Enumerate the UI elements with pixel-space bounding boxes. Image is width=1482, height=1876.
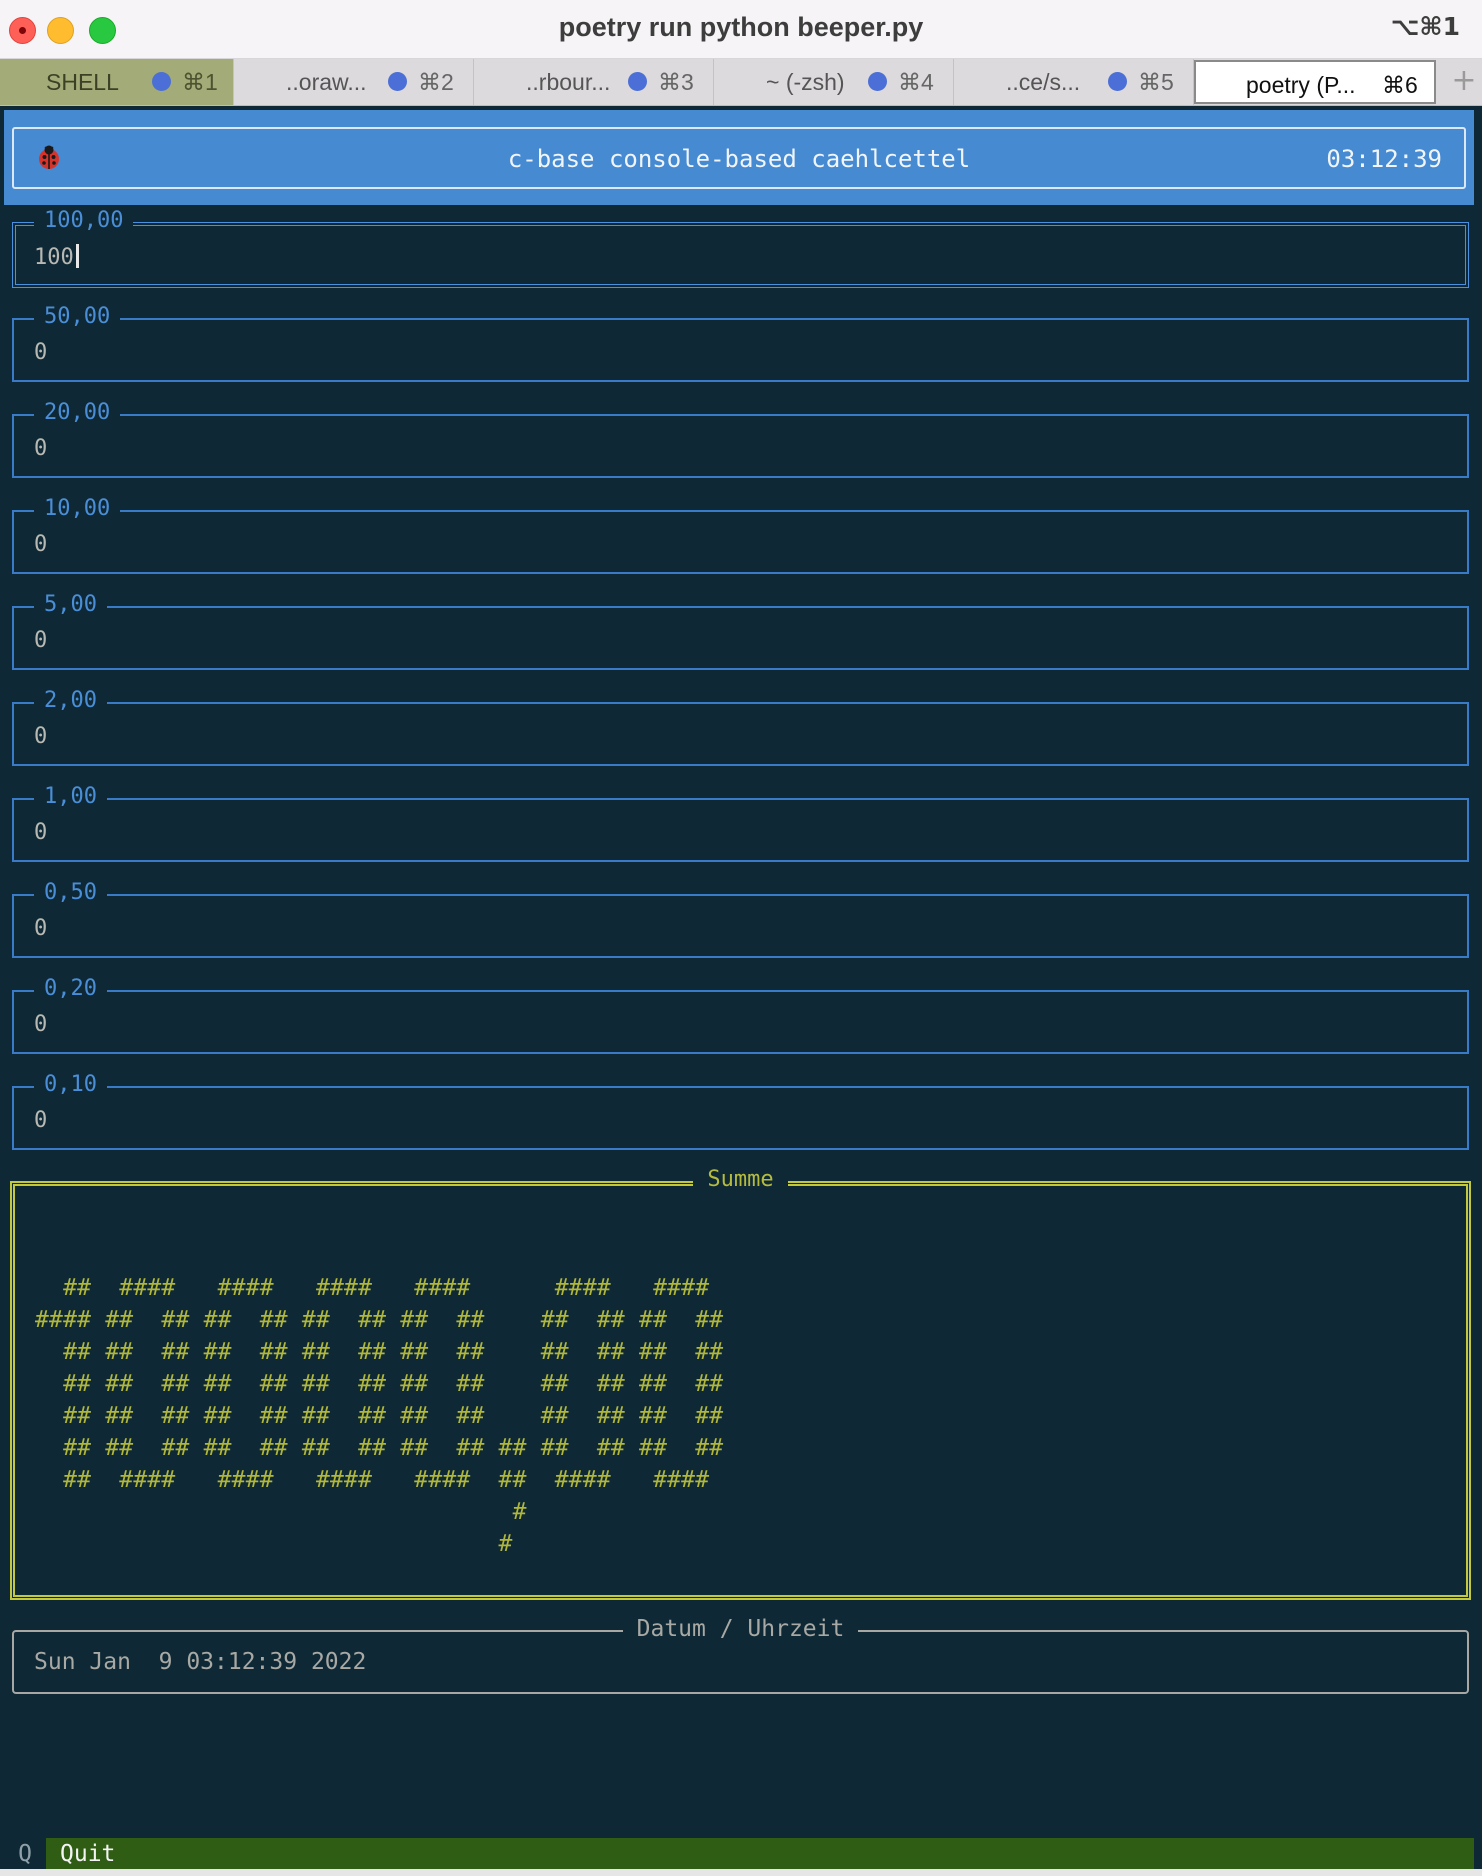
tab-shortcut: ⌘4 — [898, 69, 934, 95]
summe-ascii-total: ## #### #### #### #### #### #### #### ##… — [35, 1275, 724, 1557]
tab-shortcut: ⌘3 — [658, 69, 694, 95]
denomination-label: 50,00 — [34, 304, 121, 330]
denomination-field-1[interactable]: 1,00 0 — [12, 784, 1469, 862]
denomination-field-20[interactable]: 20,00 0 — [12, 400, 1469, 478]
tab-2[interactable]: ..oraw... ⌘2 — [234, 59, 474, 105]
tab-label: ..ce/s... — [1006, 69, 1081, 95]
tab-3[interactable]: ..rbour... ⌘3 — [474, 59, 714, 105]
summe-title: Summe — [693, 1167, 788, 1192]
quit-key[interactable]: Q — [4, 1838, 46, 1869]
denomination-field-5[interactable]: 5,00 0 — [12, 592, 1469, 670]
denomination-field-2[interactable]: 2,00 0 — [12, 688, 1469, 766]
tab-label: ..oraw... — [286, 69, 367, 95]
terminal-window: poetry run python beeper.py ⌥⌘1 SHELL ⌘1… — [0, 0, 1482, 1876]
window-title: poetry run python beeper.py — [558, 12, 924, 42]
denomination-input[interactable]: 100 — [34, 244, 79, 271]
tab-shell[interactable]: SHELL ⌘1 — [0, 59, 234, 105]
tab-bar: SHELL ⌘1 ..oraw... ⌘2 ..rbour... ⌘3 ~ (-… — [0, 59, 1482, 106]
denomination-input[interactable]: 0 — [34, 820, 47, 846]
app-title: c-base console-based caehlcettel — [507, 145, 971, 173]
title-bar: poetry run python beeper.py ⌥⌘1 — [0, 0, 1482, 59]
denomination-label: 10,00 — [34, 496, 121, 522]
tab-status-dot-icon — [388, 72, 407, 91]
tab-shortcut: ⌘1 — [182, 69, 218, 95]
tab-label: ..rbour... — [526, 69, 611, 95]
tab-label: poetry (P... — [1246, 72, 1356, 98]
denomination-label: 100,00 — [34, 208, 134, 234]
denomination-input[interactable]: 0 — [34, 340, 47, 366]
header-clock: 03:12:39 — [1326, 145, 1442, 173]
tab-status-dot-icon — [1108, 72, 1127, 91]
datetime-title: Datum / Uhrzeit — [622, 1616, 859, 1642]
denomination-input[interactable]: 0 — [34, 628, 47, 654]
tab-status-dot-icon — [868, 72, 887, 91]
denomination-label: 1,00 — [34, 784, 107, 810]
denomination-label: 2,00 — [34, 688, 107, 714]
footer-bar: Q Quit — [4, 1838, 1474, 1869]
denomination-label: 5,00 — [34, 592, 107, 618]
window-shortcut: ⌥⌘1 — [1390, 12, 1460, 41]
text-cursor — [75, 244, 79, 268]
quit-button[interactable]: Quit — [60, 1838, 115, 1870]
denomination-field-50[interactable]: 50,00 0 — [12, 304, 1469, 382]
denomination-field-10[interactable]: 10,00 0 — [12, 496, 1469, 574]
summe-panel: Summe ## #### #### #### #### #### #### #… — [10, 1167, 1471, 1600]
tab-5[interactable]: ..ce/s... ⌘5 — [954, 59, 1194, 105]
denomination-label: 20,00 — [34, 400, 121, 426]
new-tab-plus-icon[interactable]: + — [1446, 59, 1482, 105]
denomination-input[interactable]: 0 — [34, 1108, 47, 1134]
denomination-field-0-50[interactable]: 0,50 0 — [12, 880, 1469, 958]
denomination-label: 0,20 — [34, 976, 107, 1002]
datetime-panel: Datum / Uhrzeit Sun Jan 9 03:12:39 2022 — [12, 1616, 1469, 1694]
denomination-input[interactable]: 0 — [34, 436, 47, 462]
tab-status-dot-icon — [628, 72, 647, 91]
tab-label: ~ (-zsh) — [766, 69, 845, 95]
tab-status-dot-icon — [152, 72, 171, 91]
datetime-value: Sun Jan 9 03:12:39 2022 — [34, 1649, 367, 1675]
denomination-label: 0,10 — [34, 1072, 107, 1098]
tab-4[interactable]: ~ (-zsh) ⌘4 — [714, 59, 954, 105]
tab-shortcut: ⌘2 — [418, 69, 454, 95]
denomination-input[interactable]: 0 — [34, 724, 47, 750]
denomination-label: 0,50 — [34, 880, 107, 906]
denomination-field-0-10[interactable]: 0,10 0 — [12, 1072, 1469, 1150]
tab-shortcut: ⌘5 — [1138, 69, 1174, 95]
tab-label: SHELL — [46, 69, 119, 95]
denomination-input[interactable]: 0 — [34, 532, 47, 558]
app-header: c-base console-based caehlcettel 03:12:3… — [12, 127, 1466, 189]
tab-shortcut: ⌘6 — [1382, 72, 1418, 98]
denomination-input[interactable]: 0 — [34, 916, 47, 942]
tab-poetry-active[interactable]: poetry (P... ⌘6 — [1194, 60, 1436, 104]
denomination-field-0-20[interactable]: 0,20 0 — [12, 976, 1469, 1054]
window-bottom-edge — [0, 1869, 1482, 1876]
denomination-input[interactable]: 0 — [34, 1012, 47, 1038]
denomination-field-100[interactable]: 100,00 100 — [12, 208, 1469, 288]
